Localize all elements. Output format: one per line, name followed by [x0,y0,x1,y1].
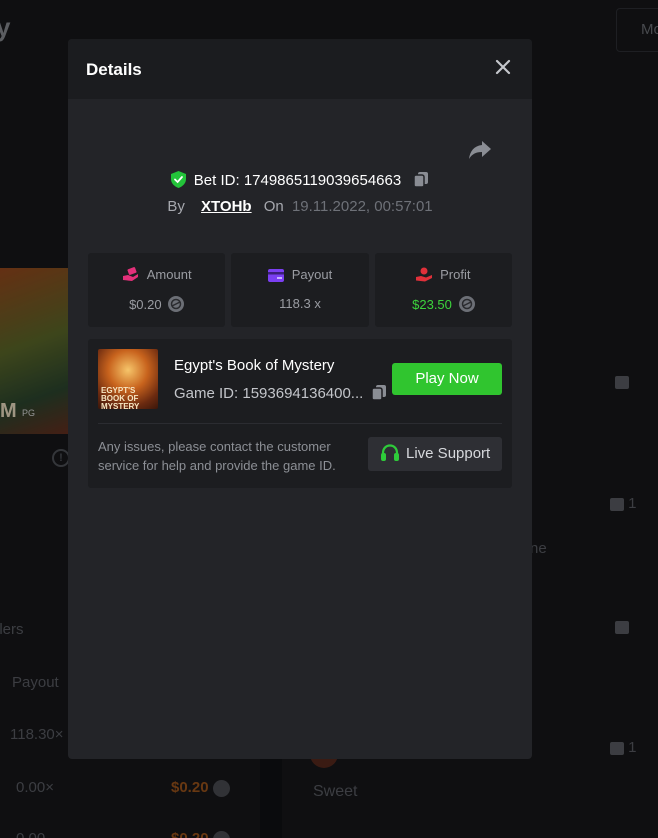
profit-hand-icon [416,267,433,282]
game-name: Egypt's Book of Mystery [174,357,335,374]
bet-author-line: By XTOHb On 19.11.2022, 00:57:01 [68,198,532,215]
modal-header: Details [68,39,532,99]
game-thumbnail-title: EGYPT'S BOOK OF MYSTERY [101,386,140,410]
support-text: Any issues, please contact the customer … [98,439,336,473]
bet-id-label: Bet ID: [193,172,240,189]
coin-icon [458,296,475,312]
stat-payout: Payout 118.3 x [231,253,369,327]
details-modal: Details Bet ID: 1749865119039654663 By X… [68,39,532,759]
stat-profit-label: Profit [440,267,471,282]
amount-hand-icon [122,267,138,281]
by-label: By [167,198,185,215]
bet-date: 19.11.2022, 00:57:01 [291,198,433,215]
stat-payout-value: 118.3 x [279,296,321,311]
game-id-line: Game ID: 1593694136400... [174,384,387,402]
game-thumbnail[interactable]: EGYPT'S BOOK OF MYSTERY [98,349,158,409]
bet-stats: Amount $0.20 Payout 118.3 x Profit $23.5… [88,253,512,327]
game-card: EGYPT'S BOOK OF MYSTERY Egypt's Book of … [88,339,512,488]
stat-payout-label: Payout [291,267,333,282]
divider [98,423,502,424]
username-link[interactable]: XTOHb [201,198,252,215]
stat-amount-value: $0.20 [129,297,162,312]
shield-check-icon [170,171,186,188]
game-id-value: 1593694136400... [242,385,364,402]
live-support-label: Live Support [406,445,491,462]
stat-amount: Amount $0.20 [88,253,226,327]
bet-id-line: Bet ID: 1749865119039654663 [68,171,532,189]
modal-title: Details [86,60,142,79]
live-support-button[interactable]: Live Support [368,437,502,471]
stat-profit: Profit $23.50 [374,253,512,327]
stat-amount-label: Amount [146,267,192,282]
on-label: On [263,198,284,215]
card-icon [267,269,284,282]
copy-icon[interactable] [413,171,429,188]
bet-id-value: 1749865119039654663 [243,172,402,189]
copy-icon[interactable] [371,384,387,401]
headset-icon [381,444,399,461]
coin-icon [168,296,185,312]
share-icon[interactable] [468,139,492,161]
close-icon[interactable] [494,58,512,76]
game-id-label: Game ID: [174,385,239,402]
play-now-button[interactable]: Play Now [392,363,502,395]
stat-profit-value: $23.50 [412,297,452,312]
